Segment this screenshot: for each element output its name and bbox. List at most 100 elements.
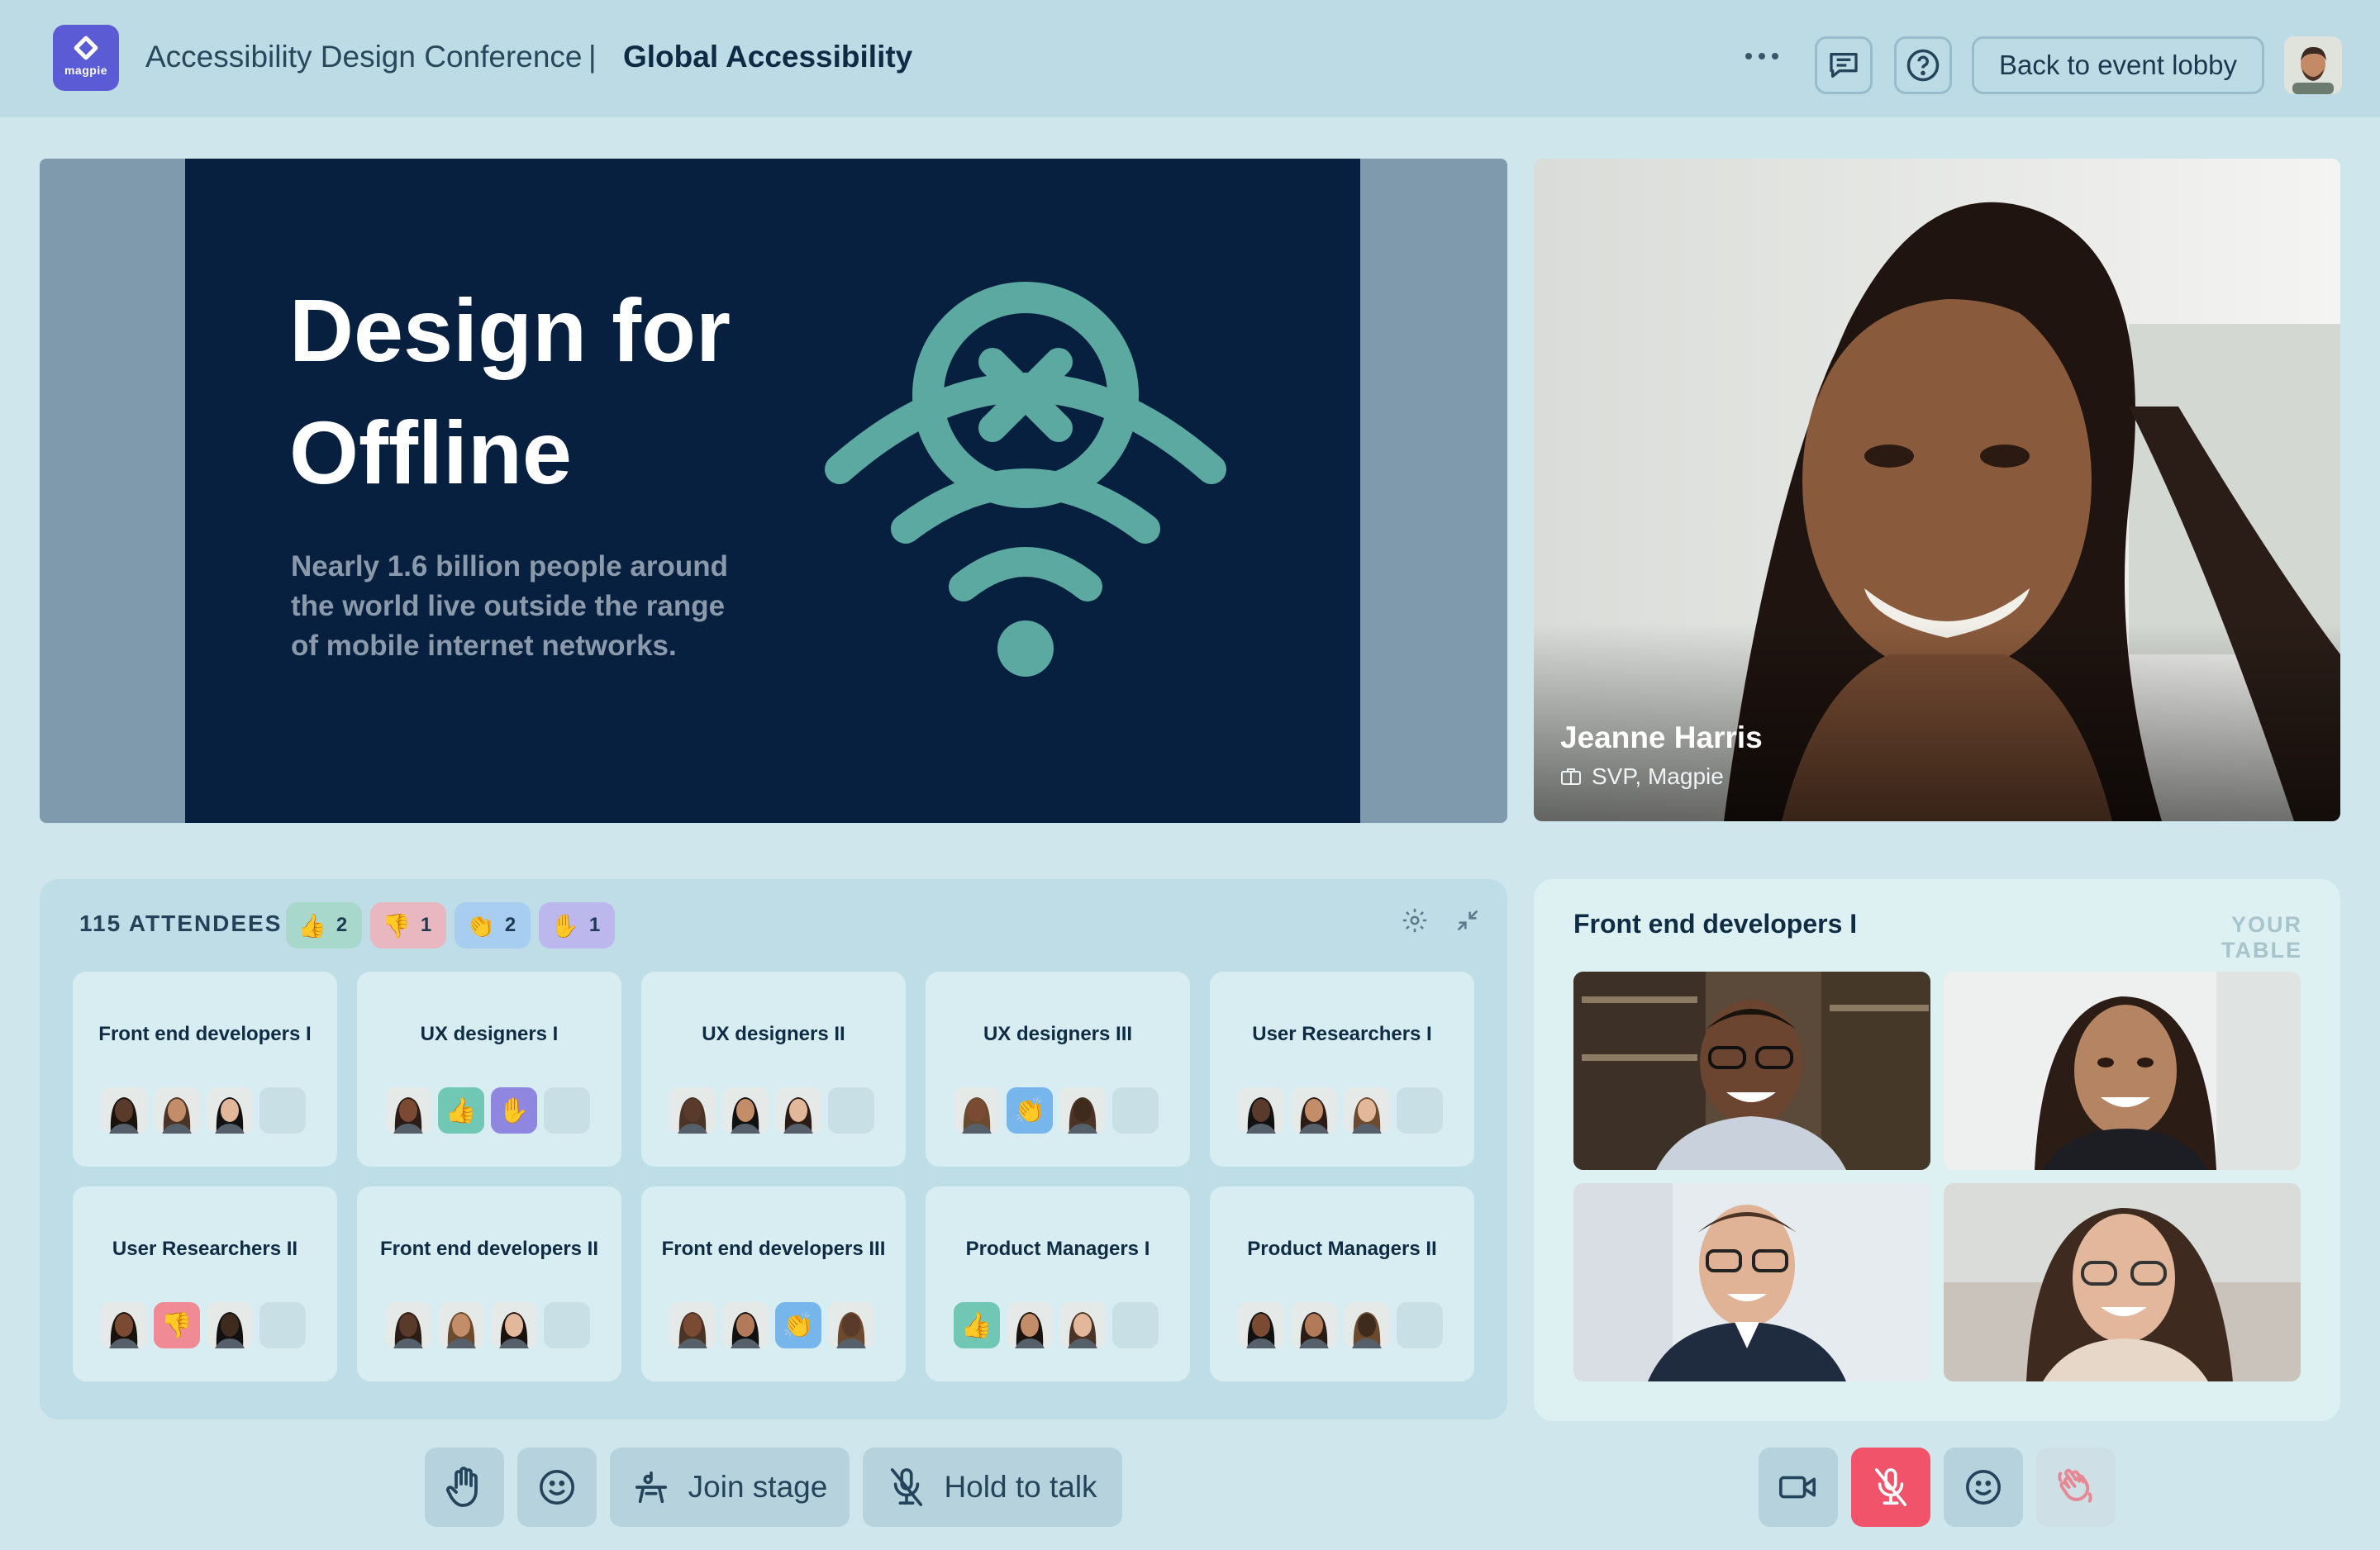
table-card-name: UX designers II <box>702 1023 845 1045</box>
attendee-avatar <box>828 1302 874 1348</box>
reaction-seat-icon: 👍 <box>954 1302 1000 1348</box>
table-card[interactable]: Front end developers I <box>73 972 337 1167</box>
reaction-seat-icon: 👍 <box>438 1087 484 1134</box>
your-table-label: YOUR TABLE <box>2221 912 2302 963</box>
more-icon[interactable] <box>1745 46 1785 66</box>
empty-seat <box>544 1302 590 1348</box>
table-card-name: User Researchers II <box>112 1238 298 1260</box>
empty-seat <box>1397 1302 1443 1348</box>
empty-seat <box>259 1087 306 1134</box>
attendee-avatar <box>775 1087 821 1134</box>
attendee-avatar <box>1007 1302 1053 1348</box>
table-video-tile[interactable] <box>1944 1183 2301 1381</box>
attendee-avatar <box>438 1302 484 1348</box>
reaction-count: 2 <box>504 914 516 936</box>
table-card[interactable]: User Researchers II 👎 <box>73 1186 337 1381</box>
table-card-name: UX designers III <box>983 1023 1133 1045</box>
empty-seat <box>828 1087 874 1134</box>
attendee-avatar <box>669 1087 716 1134</box>
table-seats <box>101 1087 306 1134</box>
reaction-count: 2 <box>336 914 348 936</box>
clap-icon: 👏 <box>466 912 495 939</box>
hand-icon <box>445 1467 478 1507</box>
camera-icon <box>1779 1476 1816 1499</box>
help-icon <box>1906 49 1940 82</box>
title-separator: | <box>588 40 597 74</box>
table-card[interactable]: User Researchers I <box>1210 972 1474 1167</box>
slide-subtitle: Nearly 1.6 billion people around the wor… <box>291 550 728 662</box>
table-card-name: Front end developers I <box>98 1023 312 1045</box>
table-card[interactable]: Product Managers I 👍 <box>926 1186 1190 1381</box>
table-card-name: UX designers I <box>420 1023 559 1045</box>
reaction-chip-clap[interactable]: 👏 2 <box>455 902 531 949</box>
raise-hand-button[interactable] <box>425 1448 504 1527</box>
reaction-seat-icon: 👏 <box>775 1302 821 1348</box>
table-card[interactable]: Front end developers III 👏 <box>641 1186 906 1381</box>
empty-seat <box>544 1087 590 1134</box>
attendee-avatar <box>385 1302 431 1348</box>
table-card-name: Front end developers II <box>379 1238 599 1260</box>
reaction-chip-raise-hand[interactable]: ✋ 1 <box>539 902 615 949</box>
camera-toggle-button[interactable] <box>1759 1448 1838 1527</box>
table-seats: 👍 <box>954 1302 1159 1348</box>
table-card-name: User Researchers I <box>1252 1023 1432 1045</box>
table-card-name: Product Managers I <box>965 1238 1150 1260</box>
table-seats <box>669 1087 874 1134</box>
help-button[interactable] <box>1894 36 1952 94</box>
attendee-avatar <box>385 1087 431 1134</box>
speaker-name: Jeanne Harris <box>1560 720 1763 754</box>
reaction-chip-thumbs-down[interactable]: 👎 1 <box>370 902 446 949</box>
diamond-icon <box>73 35 99 61</box>
reaction-seat-icon: ✋ <box>491 1087 537 1134</box>
table-card[interactable]: UX designers III 👏 <box>926 972 1190 1167</box>
attendee-avatar <box>1291 1302 1337 1348</box>
user-avatar[interactable] <box>2284 36 2342 94</box>
wave-button[interactable] <box>2036 1448 2116 1527</box>
join-stage-button[interactable]: Join stage <box>610 1448 850 1527</box>
empty-seat <box>1112 1087 1159 1134</box>
table-video-tile[interactable] <box>1573 972 1930 1170</box>
empty-seat <box>1397 1087 1443 1134</box>
collapse-button[interactable] <box>1451 904 1484 937</box>
attendee-avatar <box>1291 1087 1337 1134</box>
chat-button[interactable] <box>1815 36 1873 94</box>
attendee-avatar <box>1238 1302 1284 1348</box>
emoji-icon <box>1966 1470 2001 1505</box>
speaker-video[interactable]: Jeanne Harris SVP, Magpie <box>1534 159 2340 821</box>
attendee-avatar <box>722 1087 769 1134</box>
table-card[interactable]: Front end developers II <box>357 1186 621 1381</box>
table-card-name: Product Managers II <box>1247 1238 1437 1260</box>
attendee-avatar <box>101 1087 147 1134</box>
mic-off-icon <box>891 1468 923 1506</box>
attendee-avatar <box>1059 1302 1106 1348</box>
empty-seat <box>259 1302 306 1348</box>
table-card[interactable]: UX designers I 👍 ✋ <box>357 972 621 1167</box>
attendee-avatar <box>207 1302 253 1348</box>
table-video-tile[interactable] <box>1944 972 2301 1170</box>
table-card-name: Front end developers III <box>661 1238 886 1260</box>
attendee-avatar <box>154 1087 200 1134</box>
emoji-icon <box>540 1470 574 1505</box>
thumbs-up-icon: 👍 <box>298 912 326 939</box>
attendee-avatar <box>1238 1087 1284 1134</box>
back-to-lobby-button[interactable]: Back to event lobby <box>1972 36 2264 94</box>
attendee-avatar <box>722 1302 769 1348</box>
reaction-chip-thumbs-up[interactable]: 👍 2 <box>286 902 362 949</box>
empty-seat <box>1112 1302 1159 1348</box>
room-title: Global Accessibility <box>623 40 913 74</box>
table-seats: 👏 <box>954 1087 1159 1134</box>
chat-icon <box>1830 53 1858 78</box>
hold-to-talk-button[interactable]: Hold to talk <box>863 1448 1122 1527</box>
table-card[interactable]: UX designers II <box>641 972 906 1167</box>
table-video-tile[interactable] <box>1573 1183 1930 1381</box>
settings-icon <box>1402 908 1427 933</box>
emoji-reaction-button[interactable] <box>517 1448 597 1527</box>
stage-icon <box>635 1471 667 1504</box>
mic-toggle-button[interactable] <box>1851 1448 1930 1527</box>
emoji-reaction-button[interactable] <box>1944 1448 2023 1527</box>
magpie-logo[interactable]: magpie <box>53 25 119 91</box>
wave-icon <box>2058 1468 2092 1503</box>
reaction-count: 1 <box>420 914 432 936</box>
table-card[interactable]: Product Managers II <box>1210 1186 1474 1381</box>
settings-button[interactable] <box>1398 904 1431 937</box>
